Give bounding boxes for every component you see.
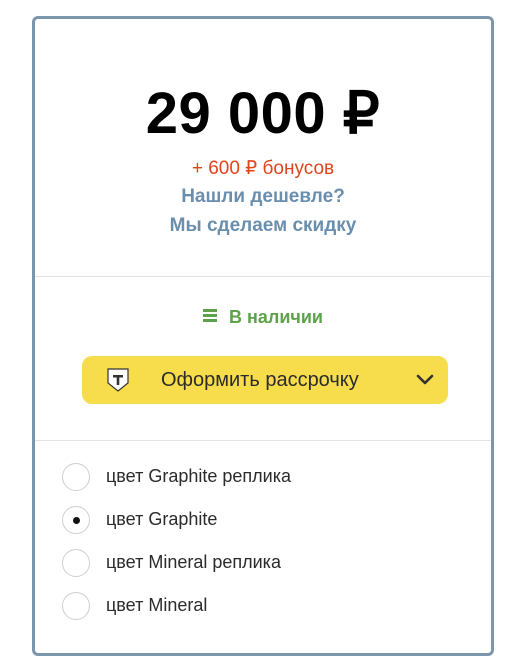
radio-button[interactable] (62, 591, 90, 620)
product-buy-card: 29 000 ₽ + 600 ₽ бонусов Нашли дешевле? … (32, 16, 494, 656)
found-cheaper-link[interactable]: Нашли дешевле? (35, 183, 491, 211)
option-label: цвет Graphite (106, 509, 218, 529)
option-mineral[interactable]: цвет Mineral (35, 584, 491, 627)
radio-button-selected[interactable] (62, 505, 90, 534)
bank-shield-icon (107, 368, 129, 392)
stock-status: В наличии (35, 305, 491, 329)
color-options: цвет Graphite реплика цвет Graphite цвет… (35, 441, 491, 627)
price-section: 29 000 ₽ + 600 ₽ бонусов Нашли дешевле? … (35, 19, 491, 277)
stock-status-label: В наличии (229, 307, 323, 327)
installment-label: Оформить рассрочку (161, 368, 359, 391)
discount-offer-link[interactable]: Мы сделаем скидку (35, 211, 491, 241)
availability-section: В наличии Оформить рассрочку (35, 277, 491, 441)
chevron-down-icon[interactable] (416, 374, 434, 386)
option-label: цвет Graphite реплика (106, 466, 291, 486)
option-mineral-replica[interactable]: цвет Mineral реплика (35, 541, 491, 584)
installment-button[interactable]: Оформить рассрочку (82, 356, 448, 404)
product-price: 29 000 ₽ (145, 81, 381, 146)
bonus-points: + 600 ₽ бонусов (191, 158, 335, 179)
option-label: цвет Mineral (106, 595, 208, 615)
option-graphite[interactable]: цвет Graphite (35, 498, 491, 541)
radio-button[interactable] (62, 548, 90, 577)
option-label: цвет Mineral реплика (106, 552, 281, 572)
radio-button[interactable] (62, 462, 90, 491)
option-graphite-replica[interactable]: цвет Graphite реплика (35, 455, 491, 498)
stock-list-icon (203, 309, 218, 323)
